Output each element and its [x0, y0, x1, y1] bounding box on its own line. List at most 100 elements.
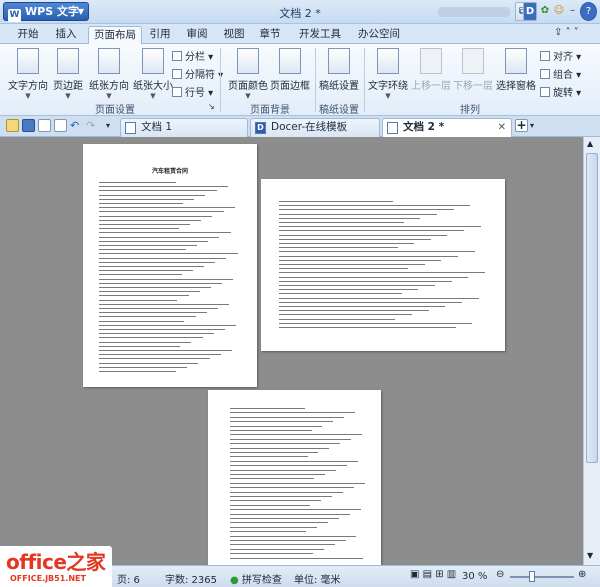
redo-icon[interactable]: ↷: [86, 119, 99, 132]
scroll-thumb[interactable]: [586, 153, 598, 463]
zoom-out-icon[interactable]: ⊖: [496, 569, 504, 580]
text-line: [99, 203, 183, 204]
chevron-down-icon: ▼: [245, 92, 251, 100]
undo-icon[interactable]: ↶: [70, 119, 83, 132]
text-line: [230, 447, 330, 449]
bring-forward-button[interactable]: 上移一层: [410, 48, 452, 92]
group-button[interactable]: 组合 ▾: [540, 66, 581, 81]
minimize-icon[interactable]: –: [566, 2, 579, 21]
docer-icon[interactable]: D: [523, 2, 537, 21]
text-direction-button[interactable]: 文字方向 ▼: [6, 48, 50, 100]
text-line: [279, 217, 421, 219]
print-preview-icon[interactable]: [54, 119, 67, 132]
save-icon[interactable]: [22, 119, 35, 132]
vertical-scrollbar[interactable]: ▲ ▼: [583, 137, 600, 565]
customize-toolbar-icon[interactable]: ▾: [106, 119, 119, 132]
text-line: [279, 209, 454, 211]
send-backward-icon: [462, 48, 484, 74]
text-direction-label: 文字方向: [8, 81, 48, 92]
zoom-in-icon[interactable]: ⊕: [578, 569, 586, 580]
scroll-up-icon[interactable]: ▲: [587, 139, 593, 148]
align-icon: [540, 51, 550, 61]
status-dot-icon: ●: [230, 575, 239, 586]
columns-button[interactable]: 分栏 ▾: [172, 48, 213, 63]
tab-reference[interactable]: 引用: [144, 26, 176, 44]
menu-tab-bar: 开始 插入 页面布局 引用 审阅 视图 章节 开发工具 办公空间 ⇪ ˄ ˅: [0, 24, 600, 44]
open-folder-icon[interactable]: [6, 119, 19, 132]
tab-insert[interactable]: 插入: [48, 26, 84, 44]
columns-label: 分栏: [185, 52, 205, 63]
align-button[interactable]: 对齐 ▾: [540, 48, 581, 63]
orientation-button[interactable]: 纸张方向 ▼: [87, 48, 131, 100]
paper-size-button[interactable]: 纸张大小 ▼: [131, 48, 175, 100]
page-border-label: 页面边框: [270, 81, 310, 92]
text-line: [230, 513, 350, 515]
page-1[interactable]: 汽车租赁合同: [83, 144, 257, 387]
text-line: [279, 234, 448, 236]
page-count: 页: 6: [117, 575, 140, 586]
doc-tab-2[interactable]: 文档 2 * ✕: [382, 118, 512, 137]
page-border-button[interactable]: 页面边框: [270, 48, 310, 92]
doc-tab-docer[interactable]: D Docer-在线模板: [250, 118, 380, 137]
skin-icon[interactable]: ✿: [538, 2, 552, 21]
breaks-button[interactable]: 分隔符 ▾: [172, 66, 223, 81]
page-setup-group-label: 页面设置: [95, 105, 135, 116]
tab-review[interactable]: 审阅: [180, 26, 214, 44]
text-line: [99, 358, 210, 360]
tab-start[interactable]: 开始: [10, 26, 46, 44]
new-tab-icon[interactable]: +: [515, 119, 528, 132]
zoom-slider-thumb[interactable]: [529, 571, 536, 582]
zoom-slider[interactable]: [510, 576, 574, 578]
tab-list-icon[interactable]: ▾: [530, 119, 543, 132]
text-line: [99, 295, 189, 297]
text-line: [99, 278, 234, 280]
text-line: [99, 350, 232, 351]
text-line: [230, 487, 354, 489]
text-line: [230, 500, 322, 502]
document-icon: [125, 122, 136, 134]
print-icon[interactable]: [38, 119, 51, 132]
line-numbers-button[interactable]: 行号 ▾: [172, 84, 213, 99]
page-3[interactable]: [208, 390, 381, 565]
manuscript-group-label: 稿纸设置: [319, 105, 359, 116]
text-line: [99, 291, 200, 293]
send-backward-button[interactable]: 下移一层: [452, 48, 494, 92]
text-line: [99, 236, 220, 238]
user-icon[interactable]: ☺: [552, 2, 566, 21]
watermark-line2: OFFICE.JB51.NET: [10, 574, 86, 583]
document-workspace[interactable]: 汽车租赁合同: [0, 137, 583, 565]
text-line: [230, 548, 324, 550]
scroll-down-icon[interactable]: ▼: [587, 551, 593, 560]
text-line: [279, 268, 408, 270]
dialog-launcher-icon[interactable]: ↘: [208, 102, 215, 111]
tab-page-layout[interactable]: 页面布局: [88, 26, 142, 44]
docer-icon: D: [255, 122, 266, 134]
text-line: [99, 316, 196, 318]
page-2[interactable]: [261, 179, 505, 351]
tab-section[interactable]: 章节: [254, 26, 286, 44]
doc-tab-1[interactable]: 文档 1: [120, 118, 248, 137]
rotate-button[interactable]: 旋转 ▾: [540, 84, 581, 99]
text-wrap-button[interactable]: 文字环绕 ▼: [367, 48, 409, 100]
margins-icon: [57, 48, 79, 74]
tab-developer[interactable]: 开发工具: [292, 26, 348, 44]
tab-view[interactable]: 视图: [218, 26, 250, 44]
manuscript-label: 稿纸设置: [319, 81, 359, 92]
manuscript-settings-button[interactable]: 稿纸设置: [318, 48, 360, 92]
spellcheck-toggle[interactable]: ● 拼写检查: [230, 571, 282, 586]
tab-office-space[interactable]: 办公空间: [352, 26, 406, 44]
text-line: [99, 224, 190, 225]
help-icon[interactable]: ?: [580, 2, 597, 21]
text-line: [279, 293, 402, 295]
text-line: [279, 205, 471, 207]
page-color-button[interactable]: 页面颜色 ▼: [228, 48, 268, 100]
close-icon[interactable]: ✕: [498, 119, 506, 136]
margins-button[interactable]: 页边距 ▼: [51, 48, 85, 100]
page-view-icons[interactable]: ▣ ▤ ⊞ ▥: [410, 569, 456, 580]
text-line: [279, 226, 481, 228]
selection-pane-button[interactable]: 选择窗格: [494, 48, 538, 92]
ribbon-options-icons[interactable]: ⇪ ˄ ˅: [554, 27, 579, 38]
doc-tab-label: Docer-在线模板: [271, 121, 348, 133]
page-color-icon: [237, 48, 259, 74]
text-line: [230, 522, 328, 524]
